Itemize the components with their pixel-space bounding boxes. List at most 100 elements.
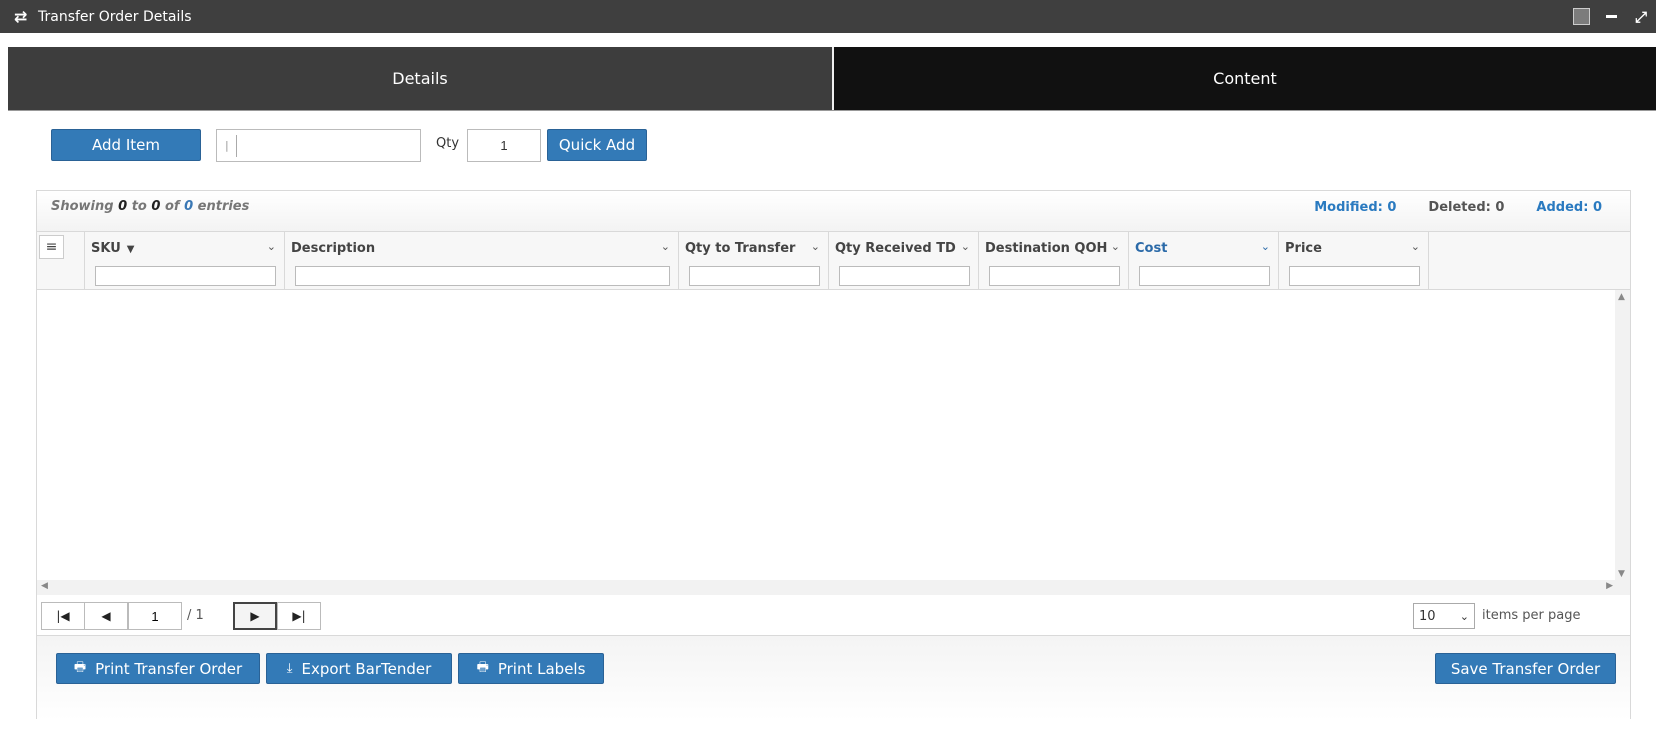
scroll-left-icon[interactable]: ◀ <box>41 581 48 591</box>
last-page-button[interactable]: ▶| <box>277 602 321 630</box>
window-title: Transfer Order Details <box>38 8 192 25</box>
column-filter-chevron-icon[interactable]: ⌄ <box>661 240 670 253</box>
scroll-right-icon[interactable]: ▶ <box>1606 581 1613 591</box>
add-item-button[interactable]: Add Item <box>51 129 201 161</box>
tab-content-label: Content <box>1213 69 1277 88</box>
modified-count[interactable]: Modified: 0 <box>1314 200 1396 215</box>
column-filter-chevron-icon[interactable]: ⌄ <box>961 240 970 253</box>
column-filter-chevron-icon[interactable]: ⌄ <box>1111 240 1120 253</box>
column-header-label: Description <box>291 241 376 256</box>
items-per-page-label: items per page <box>1482 608 1581 623</box>
minimize-window-button[interactable] <box>1596 0 1626 33</box>
column-header-label: Qty Received TD <box>835 241 956 256</box>
showing-to-word: to <box>131 199 147 214</box>
column-header-label: Destination QOH <box>985 241 1108 256</box>
maximize-window-button[interactable]: ⤢ <box>1626 0 1656 33</box>
scroll-up-icon[interactable]: ▲ <box>1618 292 1625 302</box>
filter-input-destination-qoh[interactable] <box>989 266 1120 286</box>
barcode-icon: ||||| <box>225 139 229 152</box>
export-bartender-label: Export BarTender <box>301 659 432 678</box>
filter-input-price[interactable] <box>1289 266 1420 286</box>
vertical-scrollbar[interactable]: ▲ ▼ <box>1615 290 1630 595</box>
minus-icon <box>1605 15 1617 18</box>
previous-page-button[interactable]: ◀ <box>84 602 128 630</box>
column-header-label: Price <box>1285 241 1322 256</box>
filter-input-description[interactable] <box>295 266 670 286</box>
print-labels-label: Print Labels <box>497 659 586 678</box>
horizontal-scrollbar[interactable]: ◀ ▶ <box>37 580 1617 595</box>
column-header-price[interactable]: Price ⌄ <box>1279 232 1429 290</box>
previous-page-icon: ◀ <box>101 609 111 623</box>
barcode-field[interactable]: ||||| <box>216 129 421 162</box>
tab-details[interactable]: Details <box>8 47 834 110</box>
items-per-page-value: 10 <box>1419 608 1436 624</box>
filter-input-cost[interactable] <box>1139 266 1270 286</box>
column-header-label: Cost <box>1135 241 1168 256</box>
added-count[interactable]: Added: 0 <box>1536 200 1602 215</box>
column-header-label: SKU ▼ <box>91 241 135 256</box>
restore-window-button[interactable] <box>1566 0 1596 33</box>
qty-input[interactable] <box>467 129 541 162</box>
change-counts: Modified: 0 Deleted: 0 Added: 0 <box>1282 200 1602 215</box>
column-header-sku[interactable]: SKU ▼ ⌄ <box>85 232 285 290</box>
last-page-icon: ▶| <box>292 609 306 623</box>
tab-bar: Details Content <box>8 47 1656 110</box>
tab-divider <box>8 110 1656 111</box>
showing-suffix: entries <box>197 199 250 214</box>
grid-toolbar: Showing 0 to 0 of 0 entries Modified: 0 … <box>37 191 1630 232</box>
qty-label: Qty <box>436 136 460 151</box>
quick-add-label: Quick Add <box>558 136 636 154</box>
barcode-input[interactable] <box>240 131 420 160</box>
filter-input-qty-to-transfer[interactable] <box>689 266 820 286</box>
tab-content[interactable]: Content <box>834 47 1656 110</box>
hamburger-icon: ≡ <box>45 239 58 255</box>
column-header-destination-qoh[interactable]: Destination QOH ⌄ <box>979 232 1129 290</box>
swap-arrows-icon: ⇄ <box>14 7 28 26</box>
column-filter-chevron-icon[interactable]: ⌄ <box>267 240 276 253</box>
first-page-icon: |◀ <box>56 609 70 623</box>
column-header-label: Qty to Transfer <box>685 241 796 256</box>
export-bartender-button[interactable]: ⤓ Export BarTender <box>266 653 452 684</box>
printer-icon: 🖶 <box>73 659 87 675</box>
save-transfer-order-button[interactable]: Save Transfer Order <box>1435 653 1616 684</box>
grid-body <box>37 290 1609 580</box>
showing-entries-text: Showing 0 to 0 of 0 entries <box>51 199 249 214</box>
showing-from: 0 <box>118 199 128 214</box>
square-icon <box>1572 8 1590 25</box>
filter-input-sku[interactable] <box>95 266 276 286</box>
next-page-button[interactable]: ▶ <box>233 602 277 630</box>
column-menu-button[interactable]: ≡ <box>39 235 64 259</box>
printer-icon: 🖶 <box>476 659 489 675</box>
column-filter-chevron-icon[interactable]: ⌄ <box>1411 240 1420 253</box>
grid-footer: 🖶 Print Transfer Order ⤓ Export BarTender … <box>37 636 1630 720</box>
save-transfer-order-label: Save Transfer Order <box>1450 659 1601 678</box>
filter-input-qty-received-td[interactable] <box>839 266 970 286</box>
column-menu-cell: ≡ <box>37 232 85 290</box>
sort-desc-icon: ▼ <box>126 244 135 255</box>
expand-icon: ⤢ <box>1634 7 1647 26</box>
items-per-page-select[interactable]: 10 ⌄ <box>1413 603 1475 629</box>
print-labels-button[interactable]: 🖶 Print Labels <box>458 653 604 684</box>
grid-header: ≡ SKU ▼ ⌄ Description ⌄ Qty to Transfer ⌄… <box>37 232 1630 290</box>
add-item-label: Add Item <box>92 136 160 154</box>
page-number-input[interactable] <box>128 602 182 630</box>
print-transfer-order-label: Print Transfer Order <box>95 659 243 678</box>
column-header-qty-received-td[interactable]: Qty Received TD ⌄ <box>829 232 979 290</box>
download-icon: ⤓ <box>286 661 293 676</box>
transfer-items-grid: Showing 0 to 0 of 0 entries Modified: 0 … <box>36 190 1631 720</box>
showing-total: 0 <box>184 199 194 214</box>
column-header-qty-to-transfer[interactable]: Qty to Transfer ⌄ <box>679 232 829 290</box>
deleted-count: Deleted: 0 <box>1428 200 1505 215</box>
column-header-cost[interactable]: Cost ⌄ <box>1129 232 1279 290</box>
scroll-down-icon[interactable]: ▼ <box>1618 569 1625 579</box>
quick-add-button[interactable]: Quick Add <box>547 129 647 161</box>
next-page-icon: ▶ <box>250 609 260 623</box>
first-page-button[interactable]: |◀ <box>41 602 85 630</box>
page-total: / 1 <box>187 608 204 623</box>
showing-prefix: Showing <box>51 199 114 214</box>
column-filter-chevron-icon[interactable]: ⌄ <box>811 240 820 253</box>
print-transfer-order-button[interactable]: 🖶 Print Transfer Order <box>56 653 260 684</box>
column-header-description[interactable]: Description ⌄ <box>285 232 679 290</box>
window-controls: ⤢ <box>1566 0 1656 33</box>
column-filter-chevron-icon[interactable]: ⌄ <box>1261 240 1270 253</box>
